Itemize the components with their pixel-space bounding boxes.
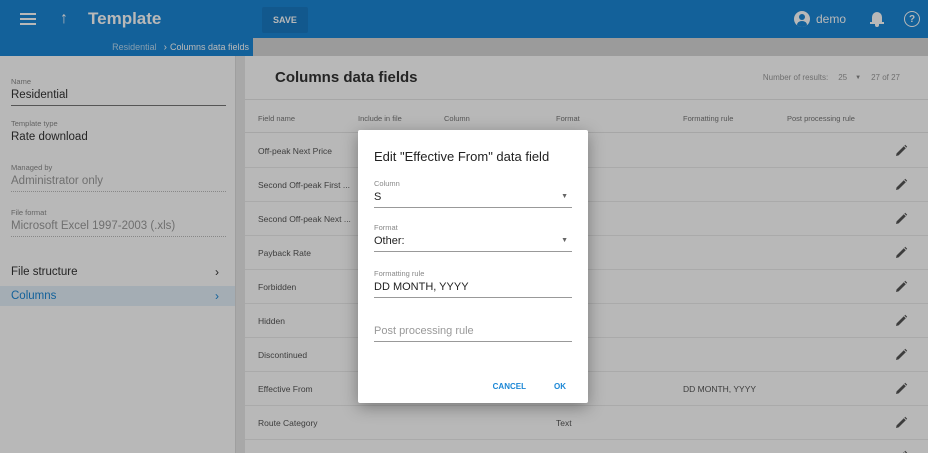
- post-processing-rule-field[interactable]: Post processing rule: [374, 322, 572, 342]
- column-select[interactable]: Column S ▼: [374, 179, 572, 208]
- ok-button[interactable]: OK: [554, 382, 566, 391]
- dropdown-arrow-icon[interactable]: ▼: [561, 237, 568, 244]
- post-processing-rule-input[interactable]: Post processing rule: [374, 325, 572, 342]
- dialog-title: Edit "Effective From" data field: [374, 149, 550, 164]
- dropdown-arrow-icon[interactable]: ▼: [561, 193, 568, 200]
- edit-data-field-dialog: Edit "Effective From" data field Column …: [358, 130, 588, 403]
- column-value: S: [374, 191, 382, 203]
- column-select-field[interactable]: S ▼: [374, 191, 572, 208]
- cancel-button[interactable]: CANCEL: [493, 382, 526, 391]
- dialog-actions: CANCEL OK: [493, 382, 566, 391]
- column-label: Column: [374, 179, 400, 188]
- format-select[interactable]: Format Other: ▼: [374, 223, 572, 252]
- formatting-rule-label: Formatting rule: [374, 269, 425, 278]
- formatting-rule-field[interactable]: Formatting rule DD MONTH, YYYY: [374, 269, 572, 298]
- formatting-rule-input[interactable]: DD MONTH, YYYY: [374, 281, 572, 298]
- format-label: Format: [374, 223, 398, 232]
- format-value: Other:: [374, 235, 405, 247]
- format-select-field[interactable]: Other: ▼: [374, 235, 572, 252]
